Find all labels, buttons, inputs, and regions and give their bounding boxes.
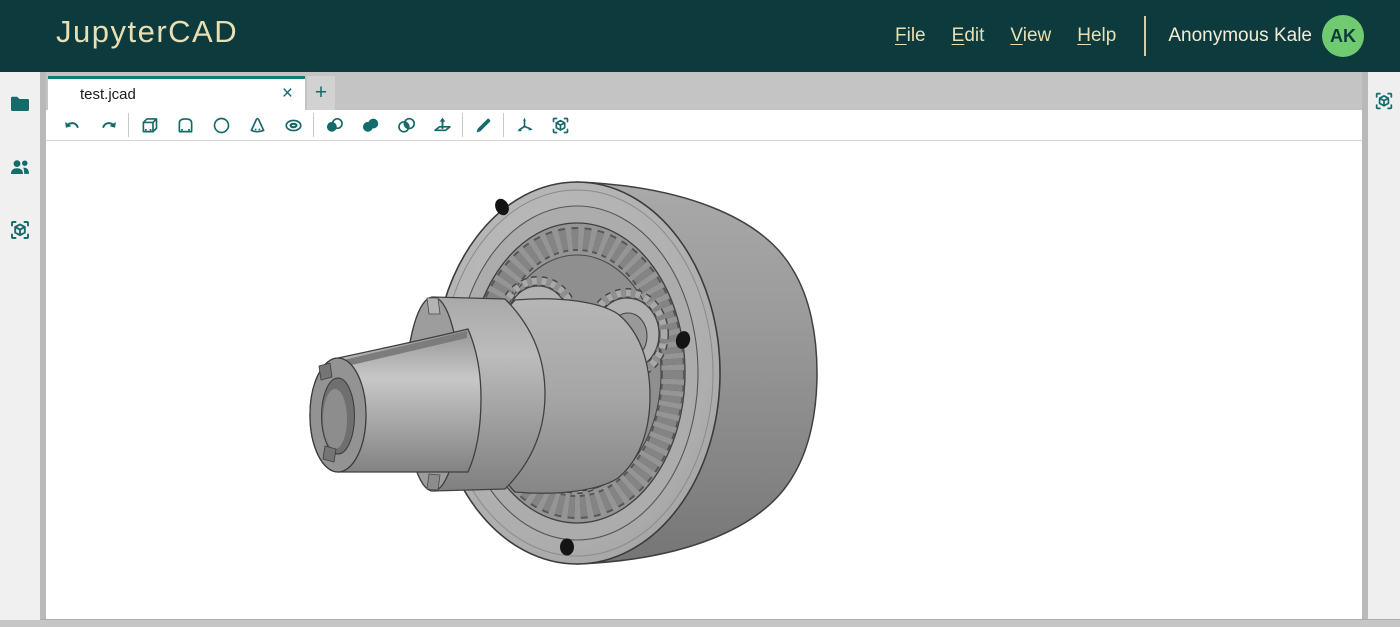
- cut-icon: [324, 115, 345, 136]
- user-name: Anonymous Kale: [1168, 25, 1312, 47]
- new-tab-button[interactable]: +: [307, 76, 335, 110]
- axes-helper-button[interactable]: [506, 111, 542, 139]
- intersection-button[interactable]: [388, 111, 424, 139]
- cube-scan-icon: [8, 218, 32, 242]
- sidebar-item-objects-panel[interactable]: [1373, 90, 1395, 112]
- sketcher-button[interactable]: [465, 111, 501, 139]
- sphere-icon: [211, 115, 232, 136]
- exploded-view-button[interactable]: [542, 111, 578, 139]
- avatar[interactable]: AK: [1322, 15, 1364, 57]
- sidebar-item-collaborators[interactable]: [8, 155, 32, 179]
- union-icon: [360, 115, 381, 136]
- close-icon[interactable]: ×: [282, 82, 293, 106]
- menu-view[interactable]: View: [1010, 25, 1051, 47]
- toolbar-separator: [503, 113, 504, 137]
- right-sidebar: [1368, 72, 1400, 620]
- axes-icon: [514, 115, 535, 136]
- left-sidebar: [0, 72, 40, 620]
- undo-button[interactable]: [54, 111, 90, 139]
- box-icon: [139, 115, 160, 136]
- new-torus-button[interactable]: [275, 111, 311, 139]
- intersection-icon: [396, 115, 417, 136]
- menu-bar: File Edit View Help: [895, 25, 1116, 47]
- menu-file[interactable]: File: [895, 25, 926, 47]
- redo-button[interactable]: [90, 111, 126, 139]
- toolbar-separator: [313, 113, 314, 137]
- cad-viewport-model[interactable]: [46, 141, 1362, 619]
- bottom-strip: [0, 619, 1400, 627]
- users-icon: [8, 155, 32, 179]
- menu-edit[interactable]: Edit: [952, 25, 985, 47]
- pencil-icon: [473, 115, 494, 136]
- sidebar-item-file-browser[interactable]: [8, 92, 32, 116]
- extrude-icon: [432, 115, 453, 136]
- jupytercad-app: JupyterCAD File Edit View Help Anonymous…: [0, 0, 1400, 627]
- tab-label: test.jcad: [80, 86, 136, 103]
- tab-test-jcad[interactable]: test.jcad ×: [48, 76, 305, 110]
- cylinder-icon: [175, 115, 196, 136]
- new-box-button[interactable]: [131, 111, 167, 139]
- new-sphere-button[interactable]: [203, 111, 239, 139]
- menu-help[interactable]: Help: [1077, 25, 1116, 47]
- cad-canvas[interactable]: [46, 141, 1362, 619]
- plus-icon: +: [315, 81, 327, 105]
- sidebar-item-objects-tree[interactable]: [8, 218, 32, 242]
- toolbar-separator: [462, 113, 463, 137]
- extrusion-button[interactable]: [424, 111, 460, 139]
- redo-icon: [98, 115, 119, 136]
- toolbar-separator: [128, 113, 129, 137]
- header-right: File Edit View Help Anonymous Kale AK: [895, 0, 1400, 72]
- cube-scan-icon: [550, 115, 571, 136]
- tab-bar: test.jcad × +: [46, 72, 1362, 110]
- app-logo: JupyterCAD: [56, 14, 238, 50]
- new-cylinder-button[interactable]: [167, 111, 203, 139]
- cut-button[interactable]: [316, 111, 352, 139]
- cube-scan-icon: [1373, 90, 1395, 112]
- cad-toolbar: [46, 110, 1362, 141]
- torus-icon: [283, 115, 304, 136]
- folder-icon: [8, 92, 32, 116]
- union-button[interactable]: [352, 111, 388, 139]
- header-divider: [1144, 16, 1146, 56]
- undo-icon: [62, 115, 83, 136]
- new-cone-button[interactable]: [239, 111, 275, 139]
- cone-icon: [247, 115, 268, 136]
- top-menu-bar: JupyterCAD File Edit View Help Anonymous…: [0, 0, 1400, 72]
